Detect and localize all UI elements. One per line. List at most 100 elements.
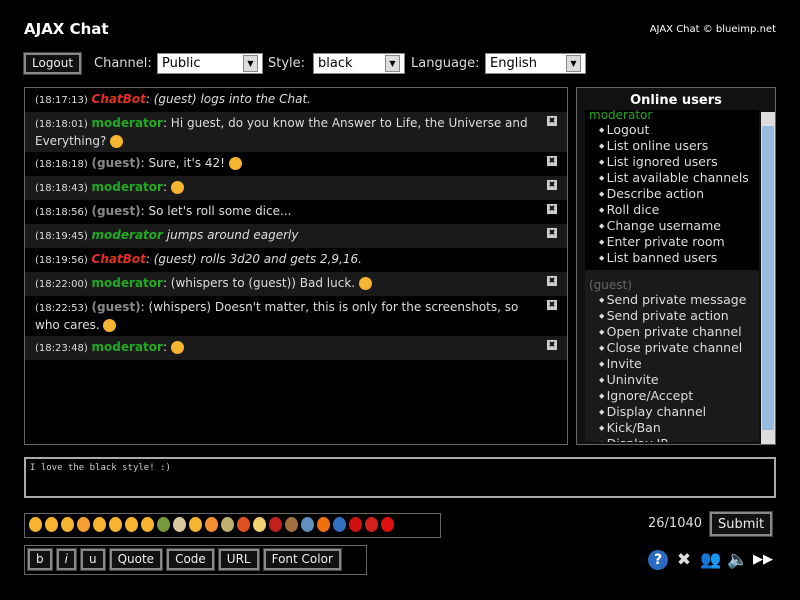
timestamp: (18:18:01) bbox=[35, 119, 88, 130]
emoticon-icon[interactable] bbox=[205, 517, 218, 532]
message-text: : Sure, it's 42! bbox=[140, 156, 225, 170]
emoticon-icon[interactable] bbox=[221, 517, 234, 532]
quote-button[interactable]: Quote bbox=[108, 548, 164, 571]
user-menu-item[interactable]: Open private channel bbox=[589, 324, 755, 340]
font-color-button[interactable]: Font Color bbox=[262, 548, 342, 571]
chat-log[interactable]: (18:17:13) ChatBot: (guest) logs into th… bbox=[24, 87, 568, 445]
audio-icon[interactable]: 🔈 bbox=[727, 550, 748, 570]
user-menu-item[interactable]: Uninvite bbox=[589, 372, 755, 388]
emoticon-icon[interactable] bbox=[349, 517, 362, 532]
user-menu-item[interactable]: Logout bbox=[589, 122, 755, 138]
chevron-down-icon: ▼ bbox=[385, 55, 400, 72]
emoticon-icon[interactable] bbox=[157, 517, 170, 532]
emoticon-icon[interactable] bbox=[189, 517, 202, 532]
emoticon-icon[interactable] bbox=[61, 517, 74, 532]
delete-icon[interactable]: ✖ bbox=[547, 340, 557, 350]
message-input[interactable]: I love the black style! :) bbox=[24, 457, 776, 498]
delete-icon[interactable]: ✖ bbox=[547, 300, 557, 310]
timestamp: (18:23:48) bbox=[35, 343, 88, 354]
username[interactable]: moderator bbox=[92, 228, 163, 242]
username[interactable]: moderator bbox=[92, 180, 163, 194]
user-menu-item[interactable]: Enter private room bbox=[589, 234, 755, 250]
user-menu-item[interactable]: Send private message bbox=[589, 292, 755, 308]
emoticon-bar bbox=[24, 513, 441, 538]
online-list-icon[interactable]: 👥 bbox=[700, 550, 721, 570]
emoticon-icon[interactable] bbox=[237, 517, 250, 532]
username[interactable]: moderator bbox=[92, 340, 163, 354]
user-menu-item[interactable]: Describe action bbox=[589, 186, 755, 202]
user-name[interactable]: moderator bbox=[589, 110, 755, 122]
underline-button[interactable]: u bbox=[79, 548, 106, 571]
emoticon-icon[interactable] bbox=[125, 517, 138, 532]
timestamp: (18:17:13) bbox=[35, 95, 88, 106]
chat-message: (18:17:13) ChatBot: (guest) logs into th… bbox=[25, 88, 567, 112]
delete-icon[interactable]: ✖ bbox=[547, 156, 557, 166]
user-menu-item[interactable]: Roll dice bbox=[589, 202, 755, 218]
style-select[interactable]: black ▼ bbox=[313, 53, 405, 74]
chat-message: (18:18:43) moderator: ✖ bbox=[25, 176, 567, 200]
emoticon-icon[interactable] bbox=[93, 517, 106, 532]
delete-icon[interactable]: ✖ bbox=[547, 228, 557, 238]
username[interactable]: moderator bbox=[92, 116, 163, 130]
user-menu-item[interactable]: List banned users bbox=[589, 250, 755, 266]
settings-icon[interactable]: ✖ bbox=[674, 550, 694, 570]
timestamp: (18:22:53) bbox=[35, 303, 88, 314]
channel-select[interactable]: Public ▼ bbox=[157, 53, 263, 74]
language-select[interactable]: English ▼ bbox=[485, 53, 586, 74]
emoticon-icon[interactable] bbox=[141, 517, 154, 532]
user-menu-item[interactable]: Invite bbox=[589, 356, 755, 372]
user-entry: (guest)Send private messageSend private … bbox=[585, 270, 759, 442]
emoticon-icon[interactable] bbox=[29, 517, 42, 532]
user-menu-item[interactable]: List available channels bbox=[589, 170, 755, 186]
emoticon-icon[interactable] bbox=[109, 517, 122, 532]
submit-button[interactable]: Submit bbox=[708, 511, 774, 537]
user-menu-item[interactable]: Change username bbox=[589, 218, 755, 234]
username[interactable]: moderator bbox=[92, 276, 163, 290]
emoticon-icon[interactable] bbox=[333, 517, 346, 532]
credit-link[interactable]: AJAX Chat © blueimp.net bbox=[650, 24, 776, 35]
emoticon-icon[interactable] bbox=[381, 517, 394, 532]
chat-message: (18:18:01) moderator: Hi guest, do you k… bbox=[25, 112, 567, 152]
user-name[interactable]: (guest) bbox=[589, 278, 755, 292]
delete-icon[interactable]: ✖ bbox=[547, 276, 557, 286]
chat-message: (18:19:56) ChatBot: (guest) rolls 3d20 a… bbox=[25, 248, 567, 272]
emoticon-icon[interactable] bbox=[285, 517, 298, 532]
emoticon-icon[interactable] bbox=[253, 517, 266, 532]
username[interactable]: ChatBot bbox=[92, 252, 146, 266]
user-menu-item[interactable]: Close private channel bbox=[589, 340, 755, 356]
user-menu-item[interactable]: Send private action bbox=[589, 308, 755, 324]
emoticon-icon[interactable] bbox=[301, 517, 314, 532]
emoticon-icon[interactable] bbox=[269, 517, 282, 532]
autoscroll-icon[interactable]: ▶▶ bbox=[753, 550, 773, 570]
emoticon-icon[interactable] bbox=[173, 517, 186, 532]
smiley-icon bbox=[110, 135, 124, 148]
user-menu-item[interactable]: Kick/Ban bbox=[589, 420, 755, 436]
user-menu-item[interactable]: List ignored users bbox=[589, 154, 755, 170]
chevron-down-icon: ▼ bbox=[566, 55, 581, 72]
username[interactable]: (guest) bbox=[92, 156, 141, 170]
logout-button[interactable]: Logout bbox=[22, 52, 83, 75]
url-button[interactable]: URL bbox=[217, 548, 260, 571]
user-menu-item[interactable]: Display IP bbox=[589, 436, 755, 442]
emoticon-icon[interactable] bbox=[77, 517, 90, 532]
user-menu-item[interactable]: Ignore/Accept bbox=[589, 388, 755, 404]
username[interactable]: (guest) bbox=[92, 300, 141, 314]
emoticon-icon[interactable] bbox=[365, 517, 378, 532]
emoticon-icon[interactable] bbox=[317, 517, 330, 532]
help-icon[interactable]: ? bbox=[648, 550, 668, 570]
scrollbar[interactable] bbox=[761, 112, 775, 444]
emoticon-icon[interactable] bbox=[45, 517, 58, 532]
username[interactable]: (guest) bbox=[92, 204, 141, 218]
username[interactable]: ChatBot bbox=[92, 92, 146, 106]
bold-button[interactable]: b bbox=[27, 548, 53, 571]
italic-button[interactable]: i bbox=[55, 548, 77, 571]
code-button[interactable]: Code bbox=[166, 548, 215, 571]
message-text: : bbox=[162, 340, 167, 354]
smiley-icon bbox=[358, 277, 372, 290]
delete-icon[interactable]: ✖ bbox=[547, 204, 557, 214]
delete-icon[interactable]: ✖ bbox=[547, 180, 557, 190]
delete-icon[interactable]: ✖ bbox=[547, 116, 557, 126]
user-menu-item[interactable]: List online users bbox=[589, 138, 755, 154]
user-menu-item[interactable]: Display channel bbox=[589, 404, 755, 420]
online-users-title: Online users bbox=[630, 93, 722, 108]
